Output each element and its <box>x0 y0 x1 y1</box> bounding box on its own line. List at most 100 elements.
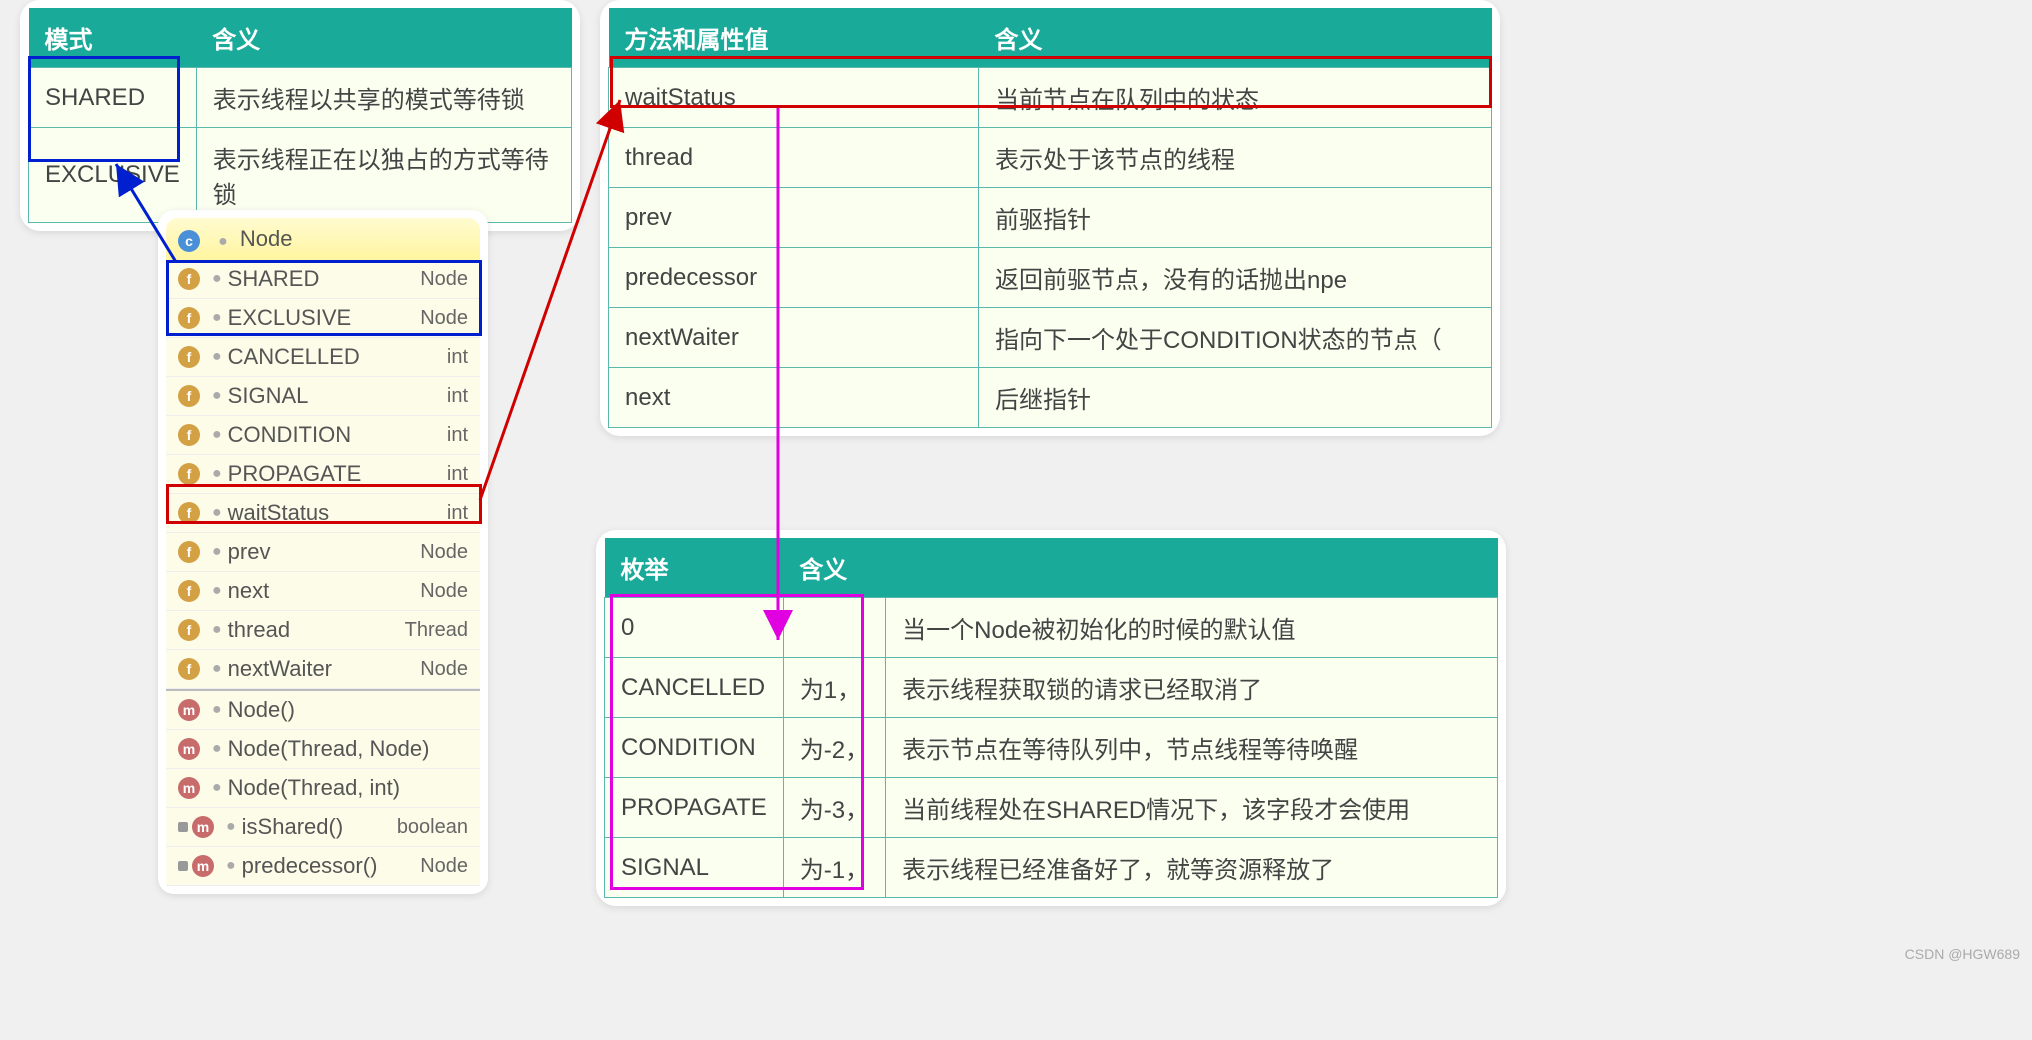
node-class-header: c ● Node <box>166 218 480 260</box>
separator-dot: ● <box>212 582 222 600</box>
enum-name: CONDITION <box>605 718 784 778</box>
separator-dot: ● <box>226 818 236 836</box>
field-icon: f <box>178 541 200 563</box>
table-row: SHARED 表示线程以共享的模式等待锁 <box>29 68 572 128</box>
enum-meaning: 表示线程获取锁的请求已经取消了 <box>886 658 1498 718</box>
lock-icon <box>178 861 188 871</box>
table-row: PROPAGATE为-3，当前线程处在SHARED情况下，该字段才会使用 <box>605 778 1498 838</box>
node-field-row: f●CANCELLEDint <box>166 338 480 377</box>
field-name: thread <box>228 617 405 643</box>
enum-name: 0 <box>605 598 784 658</box>
method-icon: m <box>178 777 200 799</box>
node-field-row: f●prevNode <box>166 533 480 572</box>
class-icon: c <box>178 230 200 252</box>
method-name: Node(Thread, Node) <box>228 736 468 762</box>
field-icon: f <box>178 268 200 290</box>
prop-name: thread <box>609 128 979 188</box>
field-name: CANCELLED <box>228 344 447 370</box>
separator-dot: ● <box>212 426 222 444</box>
separator-dot: ● <box>212 504 222 522</box>
enum-name: PROPAGATE <box>605 778 784 838</box>
prop-meaning: 当前节点在队列中的状态 <box>979 68 1492 128</box>
enum-val <box>783 598 885 658</box>
node-field-row: f●PROPAGATEint <box>166 455 480 494</box>
mode-cell: EXCLUSIVE <box>29 128 197 223</box>
node-method-row: m●isShared()boolean <box>166 808 480 847</box>
node-method-row: m●Node(Thread, int) <box>166 769 480 808</box>
method-name: Node() <box>228 697 468 723</box>
enum-val: 为-3， <box>783 778 885 838</box>
mode-table-panel: 模式 含义 SHARED 表示线程以共享的模式等待锁 EXCLUSIVE 表示线… <box>20 0 580 231</box>
mode-table: 模式 含义 SHARED 表示线程以共享的模式等待锁 EXCLUSIVE 表示线… <box>28 8 572 223</box>
field-type: Node <box>420 658 468 681</box>
field-type: Node <box>420 580 468 603</box>
field-name: SIGNAL <box>228 383 447 409</box>
field-type: int <box>447 502 468 525</box>
table-row: CONDITION为-2，表示节点在等待队列中，节点线程等待唤醒 <box>605 718 1498 778</box>
enum-header-name: 枚举 <box>605 538 784 598</box>
method-icon: m <box>192 816 214 838</box>
prop-meaning: 前驱指针 <box>979 188 1492 248</box>
field-icon: f <box>178 619 200 641</box>
method-name: Node(Thread, int) <box>228 775 468 801</box>
table-row: waitStatus当前节点在队列中的状态 <box>609 68 1492 128</box>
methods-header-name: 方法和属性值 <box>609 8 979 68</box>
method-icon: m <box>178 699 200 721</box>
separator-dot: ● <box>218 233 228 250</box>
field-name: waitStatus <box>228 500 447 526</box>
field-icon: f <box>178 346 200 368</box>
field-name: PROPAGATE <box>228 461 447 487</box>
field-icon: f <box>178 385 200 407</box>
methods-header-meaning: 含义 <box>979 8 1492 68</box>
separator-dot: ● <box>212 270 222 288</box>
enum-name: CANCELLED <box>605 658 784 718</box>
prop-meaning: 表示处于该节点的线程 <box>979 128 1492 188</box>
enum-meaning: 当前线程处在SHARED情况下，该字段才会使用 <box>886 778 1498 838</box>
method-icon: m <box>192 855 214 877</box>
node-class-panel: c ● Node f●SHAREDNodef●EXCLUSIVENodef●CA… <box>158 210 488 894</box>
enum-table-panel: 枚举 含义 0当一个Node被初始化的时候的默认值CANCELLED为1，表示线… <box>596 530 1506 906</box>
lock-icon <box>178 822 188 832</box>
prop-name: waitStatus <box>609 68 979 128</box>
field-type: int <box>447 385 468 408</box>
node-class-name: Node <box>240 226 293 251</box>
prop-name: next <box>609 368 979 428</box>
enum-val: 为-2， <box>783 718 885 778</box>
methods-table: 方法和属性值 含义 waitStatus当前节点在队列中的状态thread表示处… <box>608 8 1492 428</box>
separator-dot: ● <box>212 740 222 758</box>
watermark: CSDN @HGW689 <box>1905 946 2020 962</box>
prop-meaning: 返回前驱节点，没有的话抛出npe <box>979 248 1492 308</box>
meaning-cell: 表示线程正在以独占的方式等待锁 <box>196 128 571 223</box>
prop-name: nextWaiter <box>609 308 979 368</box>
field-name: SHARED <box>228 266 421 292</box>
field-icon: f <box>178 502 200 524</box>
separator-dot: ● <box>226 857 236 875</box>
method-type: Node <box>420 855 468 878</box>
table-row: 0当一个Node被初始化的时候的默认值 <box>605 598 1498 658</box>
node-field-row: f●threadThread <box>166 611 480 650</box>
field-name: prev <box>228 539 421 565</box>
field-type: Node <box>420 307 468 330</box>
field-type: Node <box>420 541 468 564</box>
prop-name: prev <box>609 188 979 248</box>
enum-table: 枚举 含义 0当一个Node被初始化的时候的默认值CANCELLED为1，表示线… <box>604 538 1498 898</box>
enum-val: 为1， <box>783 658 885 718</box>
field-type: int <box>447 346 468 369</box>
field-icon: f <box>178 580 200 602</box>
field-name: next <box>228 578 421 604</box>
separator-dot: ● <box>212 465 222 483</box>
prop-meaning: 后继指针 <box>979 368 1492 428</box>
enum-meaning: 表示线程已经准备好了，就等资源释放了 <box>886 838 1498 898</box>
separator-dot: ● <box>212 387 222 405</box>
method-type: boolean <box>397 816 468 839</box>
field-type: int <box>447 463 468 486</box>
field-icon: f <box>178 424 200 446</box>
separator-dot: ● <box>212 660 222 678</box>
enum-val: 为-1， <box>783 838 885 898</box>
field-type: Node <box>420 268 468 291</box>
enum-meaning: 表示节点在等待队列中，节点线程等待唤醒 <box>886 718 1498 778</box>
enum-header-meaning: 含义 <box>783 538 1497 598</box>
table-row: EXCLUSIVE 表示线程正在以独占的方式等待锁 <box>29 128 572 223</box>
node-field-row: f ● nextNode <box>166 572 480 611</box>
table-row: thread表示处于该节点的线程 <box>609 128 1492 188</box>
